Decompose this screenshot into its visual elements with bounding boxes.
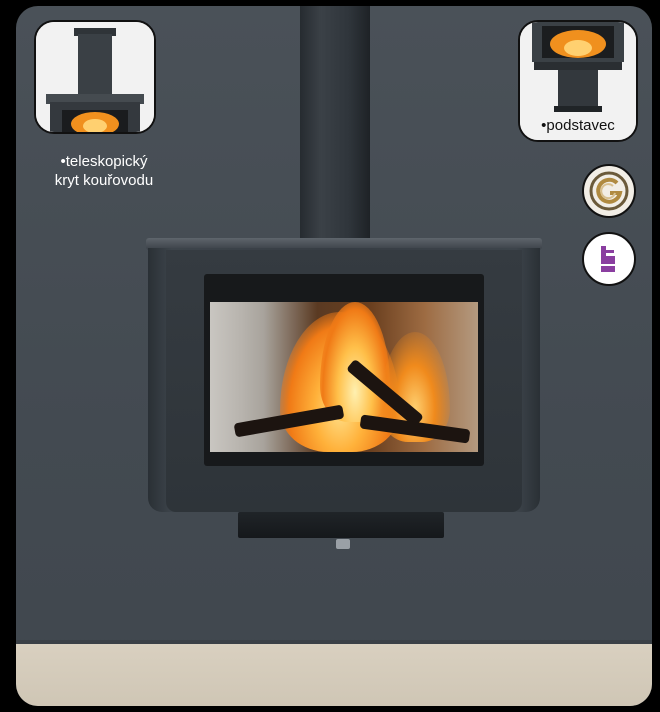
air-control-knob (336, 539, 350, 549)
flue-pipe (300, 6, 370, 246)
fuel-graphic (601, 246, 617, 272)
telescopic-cover-thumbnail[interactable] (34, 20, 156, 134)
telescopic-caption-line1: •teleskopický (60, 153, 148, 170)
purple-fuel-icon (582, 232, 636, 286)
telescopic-caption-line2: kryt kouřovodu (54, 172, 154, 189)
telescopic-cover-caption: •teleskopický kryt kouřovodu (16, 152, 194, 190)
telescopic-cover-image (36, 22, 154, 132)
product-image-frame: •teleskopický kryt kouřovodu •podstavec (16, 6, 652, 706)
floor (16, 644, 652, 706)
firebox (210, 302, 478, 452)
circular-g-emblem-icon (582, 164, 636, 218)
g-emblem-graphic (589, 171, 629, 211)
stand-caption: •podstavec (541, 117, 615, 134)
ash-drawer (238, 512, 444, 538)
fire-window (204, 274, 484, 466)
